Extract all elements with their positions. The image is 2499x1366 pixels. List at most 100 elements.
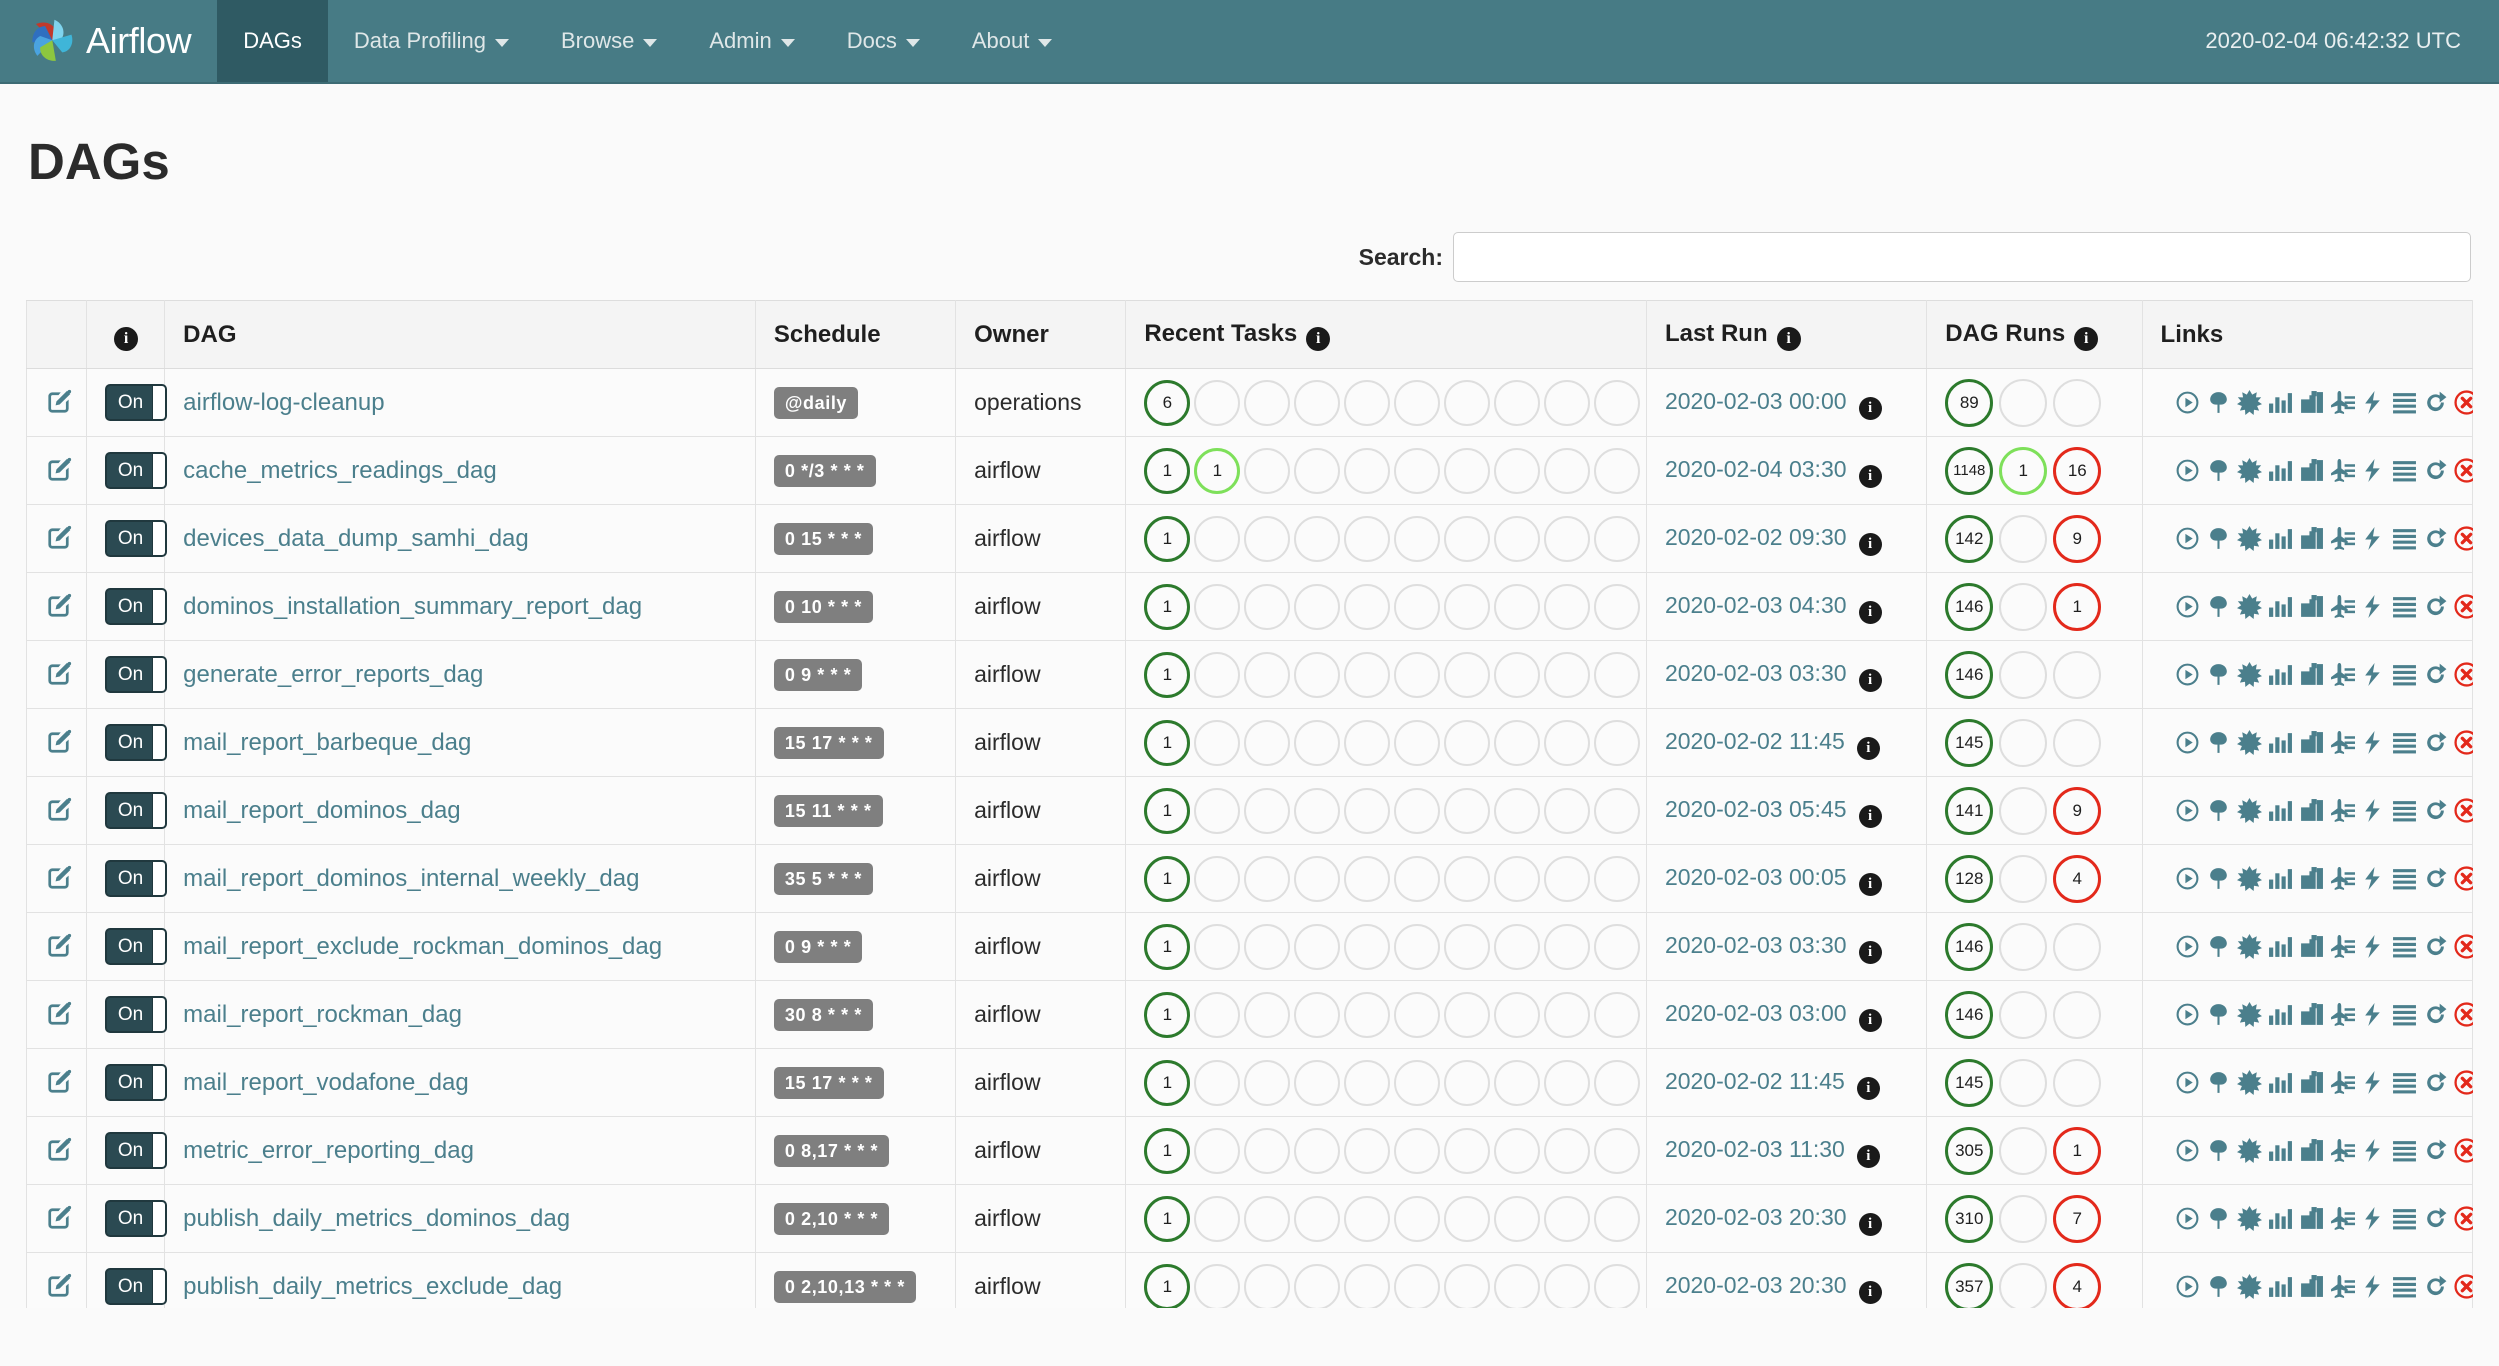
info-icon[interactable]: i (1306, 327, 1331, 352)
trigger-dag-icon[interactable] (2175, 662, 2200, 687)
dag-name-link[interactable]: devices_data_dump_samhi_dag (183, 525, 529, 552)
dag-run-circle-success[interactable]: 146 (1945, 582, 1994, 631)
dag-name-link[interactable]: mail_report_rockman_dag (183, 1001, 462, 1028)
task-state-circle-success[interactable]: 1 (1144, 1195, 1191, 1242)
graph-view-icon[interactable] (2236, 1070, 2262, 1096)
code-view-icon[interactable] (2299, 866, 2324, 891)
task-state-circle-success[interactable]: 1 (1144, 1263, 1191, 1309)
last-run-link[interactable]: 2020-02-02 09:30 (1665, 524, 1847, 550)
dag-name-link[interactable]: cache_metrics_readings_dag (183, 457, 497, 484)
dag-name-link[interactable]: mail_report_vodafone_dag (183, 1069, 469, 1096)
dag-on-off-toggle[interactable]: On (105, 996, 168, 1034)
cell-edit[interactable] (26, 1184, 88, 1254)
refresh-icon[interactable] (2423, 1070, 2448, 1095)
gantt-icon[interactable] (2361, 1138, 2386, 1163)
last-run-link[interactable]: 2020-02-03 00:05 (1665, 864, 1847, 890)
trigger-dag-icon[interactable] (2175, 594, 2200, 619)
dag-run-circle-success[interactable]: 1148 (1945, 446, 1994, 495)
nav-item-browse[interactable]: Browse (535, 0, 683, 82)
dag-on-off-toggle[interactable]: On (105, 1268, 168, 1306)
delete-icon[interactable] (2453, 526, 2473, 551)
graph-view-icon[interactable] (2236, 1002, 2262, 1028)
graph-view-icon[interactable] (2236, 390, 2262, 416)
info-icon[interactable]: i (1776, 327, 1801, 352)
last-run-link[interactable]: 2020-02-03 20:30 (1665, 1204, 1847, 1230)
dag-run-circle-failed[interactable]: 1 (2053, 582, 2102, 631)
cell-edit[interactable] (26, 708, 88, 778)
dag-name-link[interactable]: mail_report_exclude_rockman_dominos_dag (183, 933, 662, 960)
details-icon[interactable] (2392, 458, 2417, 483)
trigger-dag-icon[interactable] (2175, 1138, 2200, 1163)
dag-run-circle-success[interactable]: 128 (1945, 854, 1994, 903)
details-icon[interactable] (2392, 662, 2417, 687)
nav-item-docs[interactable]: Docs (821, 0, 946, 82)
dag-run-circle-success[interactable]: 357 (1945, 1262, 1994, 1309)
dag-run-circle-success[interactable]: 141 (1945, 786, 1994, 835)
cell-edit[interactable] (26, 1116, 88, 1186)
graph-view-icon[interactable] (2236, 934, 2262, 960)
landing-times-icon[interactable] (2330, 730, 2355, 755)
trigger-dag-icon[interactable] (2175, 1070, 2200, 1095)
cell-edit[interactable] (26, 912, 88, 982)
edit-dag-icon[interactable] (45, 1205, 72, 1232)
refresh-icon[interactable] (2423, 594, 2448, 619)
cell-edit[interactable] (26, 640, 88, 710)
task-duration-icon[interactable] (2268, 594, 2293, 619)
dag-on-off-toggle[interactable]: On (105, 452, 168, 490)
dag-on-off-toggle[interactable]: On (105, 1064, 168, 1102)
info-icon[interactable]: i (114, 327, 139, 352)
delete-icon[interactable] (2453, 1138, 2473, 1163)
search-input[interactable] (1453, 232, 2471, 283)
code-view-icon[interactable] (2299, 662, 2324, 687)
info-icon[interactable]: i (1858, 873, 1882, 897)
dag-run-circle-failed[interactable]: 9 (2053, 786, 2102, 835)
gantt-icon[interactable] (2361, 1070, 2386, 1095)
last-run-link[interactable]: 2020-02-03 03:00 (1665, 1000, 1847, 1026)
details-icon[interactable] (2392, 526, 2417, 551)
code-view-icon[interactable] (2299, 458, 2324, 483)
task-state-circle-success[interactable]: 1 (1144, 583, 1191, 630)
cell-edit[interactable] (26, 368, 88, 438)
last-run-link[interactable]: 2020-02-03 00:00 (1665, 388, 1847, 414)
edit-dag-icon[interactable] (45, 1001, 72, 1028)
dag-run-circle-success[interactable]: 145 (1945, 718, 1994, 767)
landing-times-icon[interactable] (2330, 798, 2355, 823)
dag-name-link[interactable]: generate_error_reports_dag (183, 661, 483, 688)
tree-view-icon[interactable] (2206, 458, 2231, 483)
graph-view-icon[interactable] (2236, 866, 2262, 892)
dag-on-off-toggle[interactable]: On (105, 384, 168, 422)
task-state-circle-success[interactable]: 1 (1144, 719, 1191, 766)
trigger-dag-icon[interactable] (2175, 1002, 2200, 1027)
task-state-circle-success[interactable]: 1 (1144, 991, 1191, 1038)
gantt-icon[interactable] (2361, 390, 2386, 415)
task-duration-icon[interactable] (2268, 1274, 2293, 1299)
trigger-dag-icon[interactable] (2175, 798, 2200, 823)
info-icon[interactable]: i (1858, 1281, 1882, 1305)
edit-dag-icon[interactable] (45, 865, 72, 892)
task-duration-icon[interactable] (2268, 1138, 2293, 1163)
tree-view-icon[interactable] (2206, 594, 2231, 619)
info-icon[interactable]: i (1858, 1213, 1882, 1237)
task-state-circle-success[interactable]: 1 (1144, 923, 1191, 970)
landing-times-icon[interactable] (2330, 662, 2355, 687)
graph-view-icon[interactable] (2236, 1206, 2262, 1232)
details-icon[interactable] (2392, 594, 2417, 619)
task-duration-icon[interactable] (2268, 662, 2293, 687)
code-view-icon[interactable] (2299, 1138, 2324, 1163)
task-duration-icon[interactable] (2268, 526, 2293, 551)
details-icon[interactable] (2392, 934, 2417, 959)
nav-item-admin[interactable]: Admin (683, 0, 820, 82)
refresh-icon[interactable] (2423, 1002, 2448, 1027)
tree-view-icon[interactable] (2206, 1138, 2231, 1163)
task-state-circle-success[interactable]: 1 (1144, 515, 1191, 562)
trigger-dag-icon[interactable] (2175, 458, 2200, 483)
landing-times-icon[interactable] (2330, 1070, 2355, 1095)
refresh-icon[interactable] (2423, 1274, 2448, 1299)
details-icon[interactable] (2392, 390, 2417, 415)
task-state-circle-success[interactable]: 1 (1144, 787, 1191, 834)
trigger-dag-icon[interactable] (2175, 390, 2200, 415)
code-view-icon[interactable] (2299, 526, 2324, 551)
details-icon[interactable] (2392, 866, 2417, 891)
refresh-icon[interactable] (2423, 458, 2448, 483)
dag-name-link[interactable]: publish_daily_metrics_dominos_dag (183, 1205, 570, 1232)
